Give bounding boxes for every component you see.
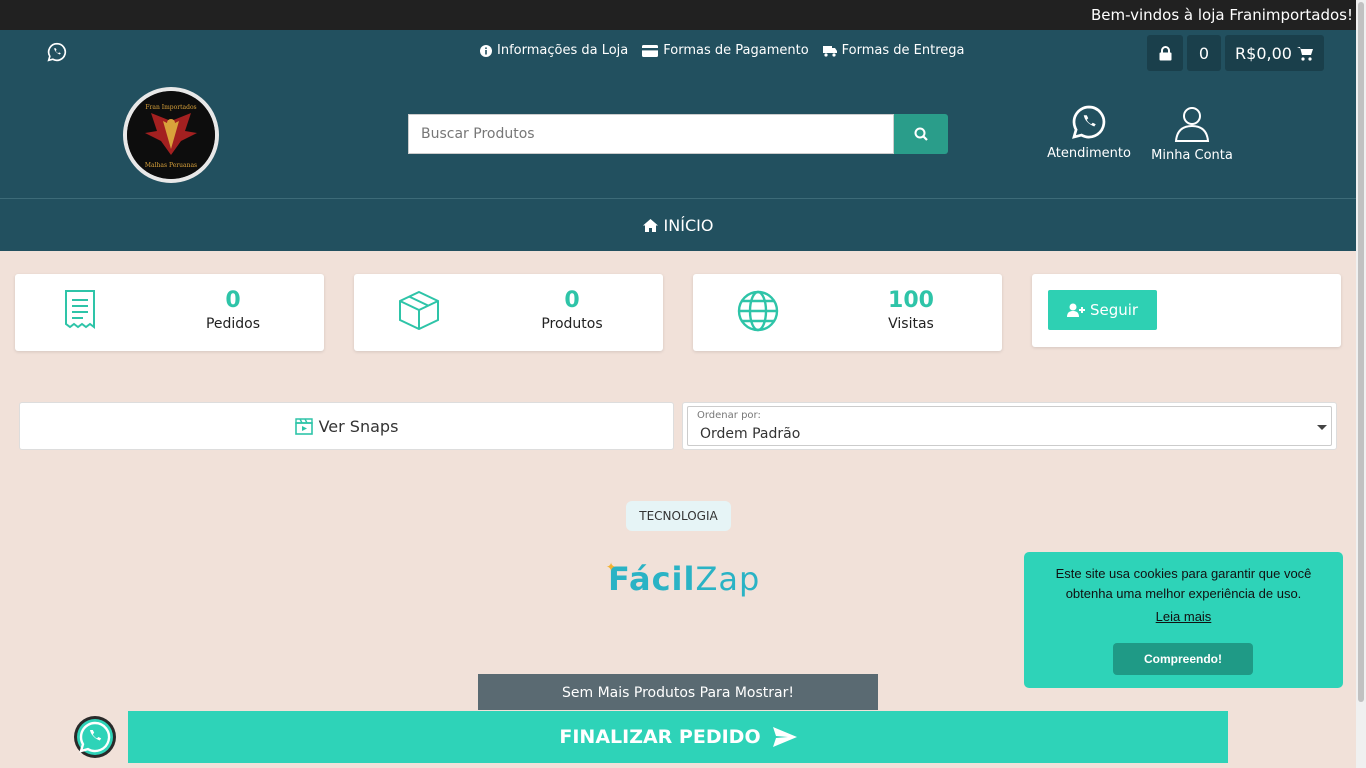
stat-pedidos: 0 Pedidos [15, 274, 324, 351]
tech-badge: TECNOLOGIA [626, 501, 731, 531]
tech-label: TECNOLOGIA [639, 509, 718, 523]
search-button[interactable] [894, 114, 948, 154]
info-link-loja[interactable]: Informações da Loja [480, 43, 628, 58]
stat-value: 0 [564, 288, 580, 313]
eagle-logo-icon: Fran Importados Malhas Peruanas [127, 91, 215, 179]
nav-home[interactable]: INÍCIO [0, 199, 1356, 251]
whatsapp-icon[interactable] [47, 42, 67, 62]
credit-card-icon [642, 44, 659, 57]
lock-icon [1159, 45, 1171, 60]
store-logo[interactable]: Fran Importados Malhas Peruanas [123, 87, 219, 183]
brand-part1: Fácil [608, 560, 696, 598]
finalizar-pedido-button[interactable]: FINALIZAR PEDIDO [128, 711, 1228, 763]
stat-label: Produtos [541, 316, 603, 332]
order-select-card: Ordenar por: Ordem Padrão [682, 402, 1337, 450]
cart-count[interactable]: 0 [1187, 35, 1221, 71]
welcome-text: Bem-vindos à loja Franimportados! [1090, 6, 1353, 24]
cart-icon [1296, 46, 1313, 61]
search-icon [914, 127, 928, 141]
cookie-accept-button[interactable]: Compreendo! [1113, 643, 1253, 675]
stat-value: 0 [225, 288, 241, 313]
info-link-label: Informações da Loja [497, 43, 629, 58]
minha-conta-label: Minha Conta [1151, 148, 1233, 163]
login-button[interactable] [1147, 35, 1183, 71]
star-icon: ✦ [606, 560, 618, 574]
follow-label: Seguir [1089, 301, 1139, 319]
no-more-products: Sem Mais Produtos Para Mostrar! [478, 674, 878, 710]
info-link-entrega[interactable]: Formas de Entrega [822, 43, 965, 58]
cart-count-value: 0 [1198, 43, 1210, 63]
user-plus-icon [1066, 303, 1085, 317]
finalizar-label: FINALIZAR PEDIDO [559, 726, 761, 748]
brand-part2: Zap [695, 560, 761, 598]
follow-card: Seguir [1032, 274, 1341, 347]
atendimento-label: Atendimento [1047, 146, 1131, 161]
truck-icon [822, 45, 837, 57]
stat-produtos: 0 Produtos [354, 274, 663, 351]
search-placeholder: Buscar Produtos [421, 126, 535, 142]
welcome-bar: Bem-vindos à loja Franimportados! [0, 0, 1356, 30]
header: Informações da Loja Formas de Pagamento … [0, 30, 1356, 251]
ver-snaps-button[interactable]: Ver Snaps [19, 402, 674, 450]
cookie-banner: Este site usa cookies para garantir que … [1024, 552, 1343, 688]
globe-icon [737, 290, 779, 332]
order-select[interactable]: Ordenar por: Ordem Padrão [687, 406, 1332, 446]
send-icon [772, 727, 797, 747]
user-icon [1174, 107, 1210, 142]
whatsapp-float-icon[interactable] [73, 715, 117, 759]
stat-value: 100 [888, 288, 934, 313]
scrollbar-thumb[interactable] [1358, 2, 1364, 702]
stat-visitas: 100 Visitas [693, 274, 1002, 351]
home-icon [642, 218, 658, 232]
cookie-message: Este site usa cookies para garantir que … [1055, 566, 1312, 601]
scrollbar[interactable] [1356, 0, 1366, 768]
atendimento-link[interactable]: Atendimento [1042, 104, 1136, 161]
stat-label: Visitas [888, 316, 934, 332]
info-link-label: Formas de Pagamento [663, 43, 809, 58]
order-value: Ordem Padrão [700, 426, 801, 442]
cart-button[interactable]: R$0,00 [1225, 35, 1324, 71]
whatsapp-icon [1072, 105, 1106, 139]
cookie-more-link[interactable]: Leia mais [1024, 609, 1343, 624]
ver-snaps-label: Ver Snaps [318, 416, 399, 436]
info-links: Informações da Loja Formas de Pagamento … [480, 43, 965, 58]
clapperboard-icon [294, 417, 313, 435]
facilzap-logo[interactable]: ✦ FácilZap [606, 560, 761, 598]
nav-home-label: INÍCIO [663, 215, 714, 235]
stat-label: Pedidos [205, 316, 261, 332]
info-icon [480, 44, 492, 57]
info-link-label: Formas de Entrega [841, 43, 965, 58]
chevron-down-icon [1317, 425, 1327, 430]
search-input[interactable]: Buscar Produtos [408, 114, 894, 154]
box-icon [399, 290, 439, 330]
follow-button[interactable]: Seguir [1048, 290, 1157, 330]
info-link-pagamento[interactable]: Formas de Pagamento [642, 43, 809, 58]
cart-total: R$0,00 [1235, 43, 1292, 63]
logo-subtext: Malhas Peruanas [145, 162, 197, 169]
order-small-label: Ordenar por: [697, 410, 761, 421]
no-more-label: Sem Mais Produtos Para Mostrar! [562, 685, 794, 701]
logo-text: Fran Importados [145, 104, 196, 111]
minha-conta-link[interactable]: Minha Conta [1146, 104, 1238, 163]
receipt-icon [65, 290, 95, 329]
